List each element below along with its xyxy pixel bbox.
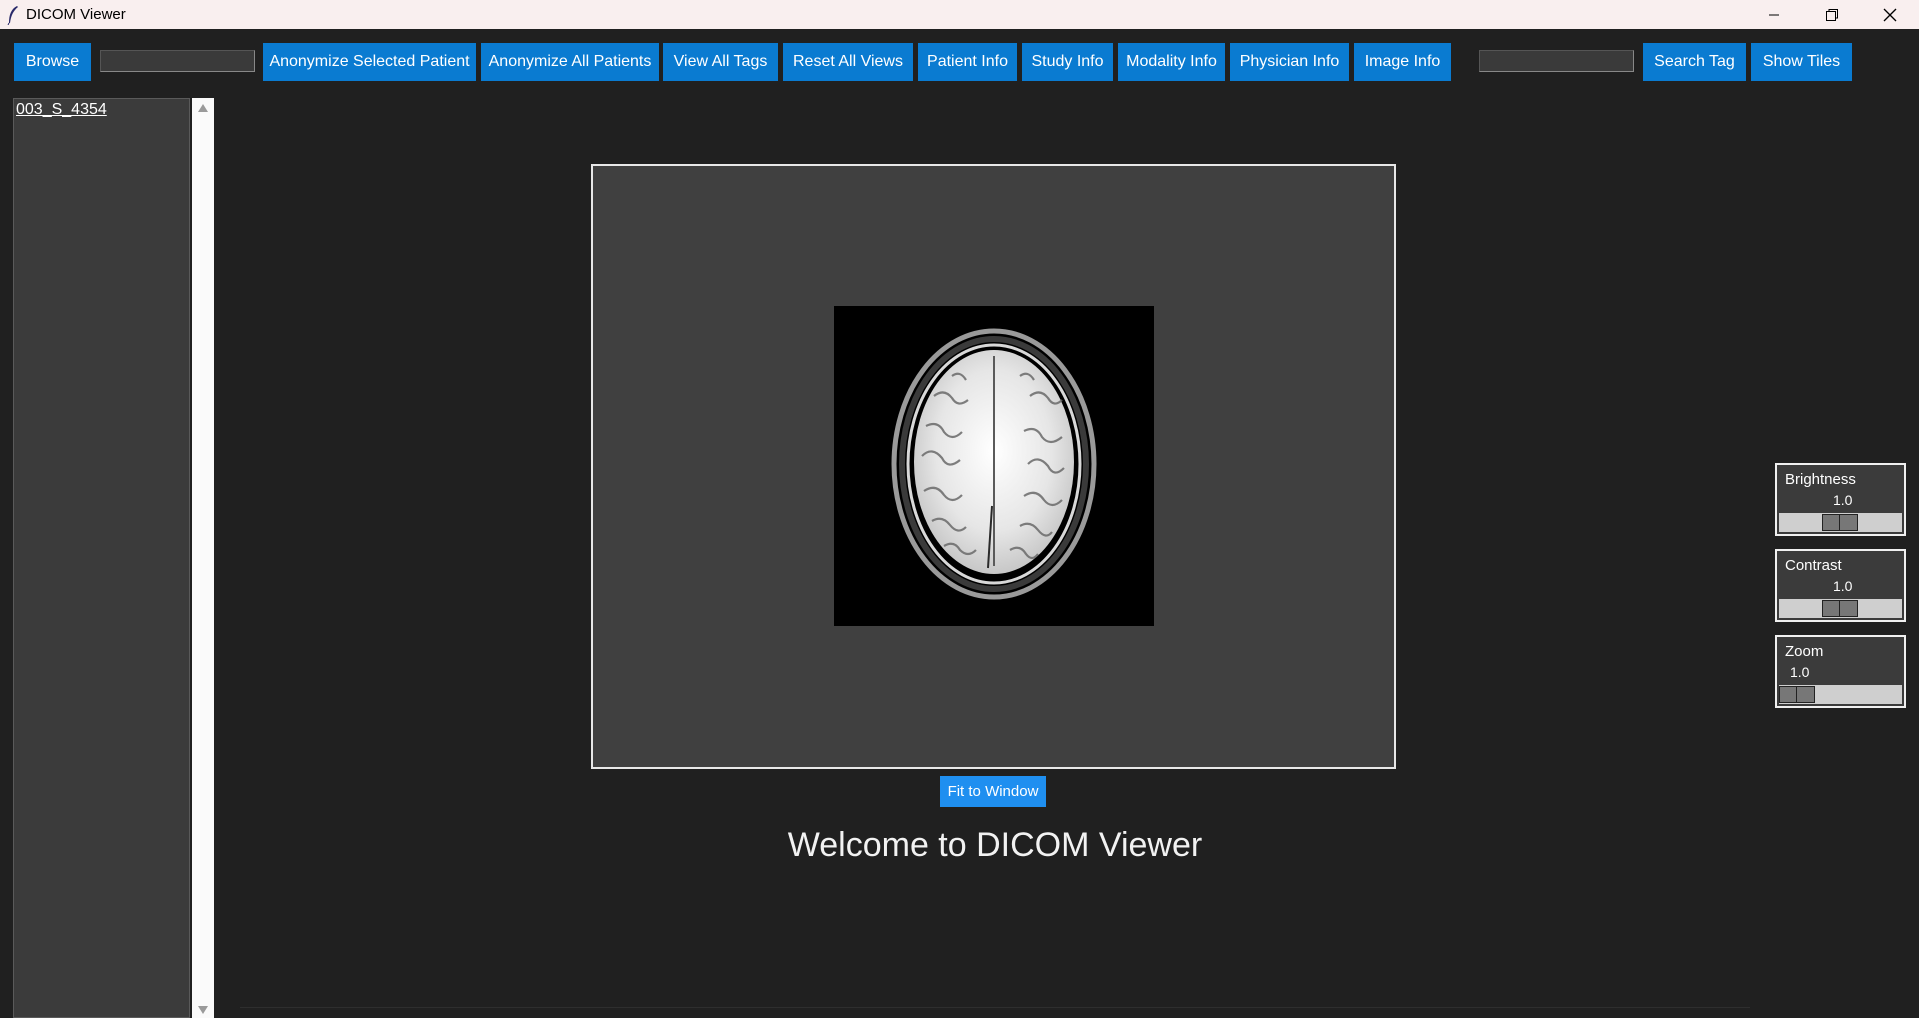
window-title: DICOM Viewer: [26, 6, 126, 23]
physician-info-button[interactable]: Physician Info: [1230, 43, 1349, 81]
brightness-label: Brightness: [1785, 471, 1856, 488]
patient-list-scrollbar[interactable]: [192, 98, 214, 1018]
zoom-slider-thumb[interactable]: [1779, 686, 1815, 703]
modality-info-button[interactable]: Modality Info: [1118, 43, 1225, 81]
minimize-button[interactable]: [1745, 0, 1803, 29]
anonymize-selected-patient-button[interactable]: Anonymize Selected Patient: [263, 43, 476, 81]
patient-info-button[interactable]: Patient Info: [918, 43, 1017, 81]
scroll-down-icon[interactable]: [198, 1006, 208, 1014]
reset-all-views-button[interactable]: Reset All Views: [783, 43, 913, 81]
search-tag-button[interactable]: Search Tag: [1643, 43, 1746, 81]
restore-icon: [1826, 8, 1838, 21]
close-icon: [1883, 8, 1897, 21]
divider: [240, 1007, 1750, 1008]
show-tiles-button[interactable]: Show Tiles: [1751, 43, 1852, 81]
contrast-label: Contrast: [1785, 557, 1842, 574]
brightness-value: 1.0: [1833, 492, 1853, 508]
view-all-tags-button[interactable]: View All Tags: [663, 43, 778, 81]
patient-item[interactable]: 003_S_4354: [16, 101, 107, 119]
dicom-image[interactable]: [834, 306, 1154, 626]
zoom-value: 1.0: [1790, 664, 1810, 680]
toolbar: Browse Anonymize Selected Patient Anonym…: [0, 29, 1919, 93]
zoom-control: Zoom 1.0: [1775, 635, 1906, 708]
image-info-button[interactable]: Image Info: [1354, 43, 1451, 81]
restore-button[interactable]: [1803, 0, 1861, 29]
title-bar: DICOM Viewer: [0, 0, 1919, 29]
search-tag-input[interactable]: [1479, 50, 1634, 72]
scroll-up-icon[interactable]: [198, 104, 208, 112]
brightness-control: Brightness 1.0: [1775, 463, 1906, 536]
zoom-label: Zoom: [1785, 643, 1824, 660]
contrast-control: Contrast 1.0: [1775, 549, 1906, 622]
brain-mri-image: [834, 306, 1154, 626]
welcome-message: Welcome to DICOM Viewer: [787, 826, 1203, 864]
contrast-value: 1.0: [1833, 578, 1853, 594]
brightness-slider-thumb[interactable]: [1822, 514, 1858, 531]
feather-icon: [7, 5, 18, 25]
patient-list[interactable]: 003_S_4354: [13, 98, 190, 1018]
path-input[interactable]: [100, 50, 255, 72]
minimize-icon: [1769, 14, 1779, 15]
close-button[interactable]: [1861, 0, 1919, 29]
anonymize-all-patients-button[interactable]: Anonymize All Patients: [481, 43, 659, 81]
browse-button[interactable]: Browse: [14, 43, 91, 81]
fit-to-window-button[interactable]: Fit to Window: [940, 776, 1046, 807]
study-info-button[interactable]: Study Info: [1022, 43, 1113, 81]
contrast-slider-thumb[interactable]: [1822, 600, 1858, 617]
